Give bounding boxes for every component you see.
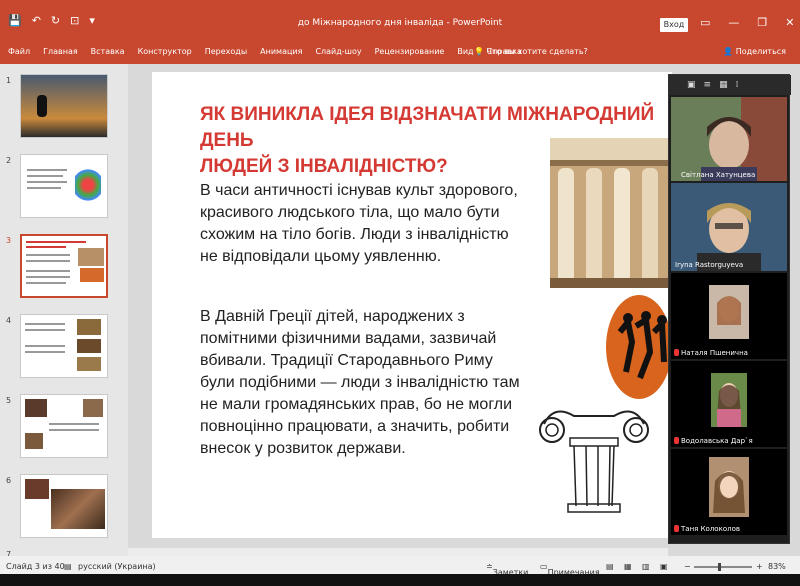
title-bar: 💾 ↶ ↻ ⊡ ▾ до Міжнародного дня інваліда -… xyxy=(0,0,800,40)
tab-view[interactable]: Вид xyxy=(457,47,473,56)
tab-transitions[interactable]: Переходы xyxy=(205,47,247,56)
zoom-out-icon[interactable]: − xyxy=(684,562,691,571)
thumbnail-slide-6[interactable]: 6 xyxy=(4,474,120,540)
share-label: Поделиться xyxy=(735,47,786,56)
tab-insert[interactable]: Вставка xyxy=(91,47,125,56)
thumbnail-image xyxy=(20,474,108,538)
thumbnail-slide-3[interactable]: 3 xyxy=(4,234,120,300)
thumbnail-number: 2 xyxy=(6,156,12,165)
participant-name: Водолавська Дар`я xyxy=(681,437,753,445)
tell-me-label: Что вы хотите сделать? xyxy=(486,47,588,56)
thumbnail-image xyxy=(20,234,108,298)
comments-button[interactable]: ▭ Примечания xyxy=(540,562,600,577)
language-indicator[interactable]: русский (Украина) xyxy=(78,562,156,571)
restore-icon[interactable]: ❐ xyxy=(757,16,767,29)
reading-view-icon[interactable]: ▥ xyxy=(642,562,650,571)
participant-tile[interactable]: Водолавська Дар`я xyxy=(671,361,787,447)
participant-video xyxy=(671,361,787,447)
minimize-icon[interactable]: — xyxy=(728,16,739,29)
slide-paragraph-1[interactable]: В часи античності існував культ здоровог… xyxy=(200,180,530,268)
thumbnail-number: 5 xyxy=(6,396,12,405)
participant-tile[interactable]: Світлана Хатунцева xyxy=(671,97,787,181)
spellcheck-icon[interactable]: ▤ xyxy=(64,562,72,571)
participant-tile[interactable]: Наталя Пшенична xyxy=(671,273,787,359)
participant-video xyxy=(671,97,787,181)
ribbon-tabs: Файл Главная Вставка Конструктор Переход… xyxy=(8,47,522,56)
participant-video xyxy=(671,449,787,535)
list-view-icon[interactable]: ≡ xyxy=(704,80,712,90)
thumbnail-number: 4 xyxy=(6,316,12,325)
speaker-view-icon[interactable]: ▣ xyxy=(687,80,696,90)
thumbnail-slide-5[interactable]: 5 xyxy=(4,394,120,460)
lightbulb-icon: 💡 xyxy=(474,47,487,56)
window-controls: ▭ — ❐ ✕ xyxy=(700,16,795,29)
normal-view-icon[interactable]: ▤ xyxy=(606,562,614,571)
share-button[interactable]: 👤 Поделиться xyxy=(723,47,786,56)
zoom-participants-panel[interactable]: ▣ ≡ ▦ ⁞ Світлана Хатунцева Iryna Rastorg… xyxy=(668,74,791,544)
participant-video xyxy=(671,273,787,359)
zoom-in-icon[interactable]: + xyxy=(756,562,763,571)
thumbnail-number: 1 xyxy=(6,76,12,85)
slide-counter: Слайд 3 из 40 xyxy=(6,562,65,571)
person-icon: 👤 xyxy=(723,47,736,56)
slide-sorter-icon[interactable]: ▦ xyxy=(624,562,632,571)
caryatids-image xyxy=(550,138,668,288)
muted-mic-icon xyxy=(674,349,679,356)
muted-mic-icon xyxy=(674,437,679,444)
zoom-toolbar: ▣ ≡ ▦ ⁞ xyxy=(669,75,791,95)
participant-name: Iryna Rastorguyeva xyxy=(675,261,744,269)
slideshow-view-icon[interactable]: ▣ xyxy=(660,562,668,571)
tell-me-search[interactable]: 💡 Что вы хотите сделать? xyxy=(474,47,588,56)
sign-in-button[interactable]: Вход xyxy=(660,18,688,32)
tab-design[interactable]: Конструктор xyxy=(138,47,192,56)
zoom-level[interactable]: 83% xyxy=(768,562,786,571)
tab-file[interactable]: Файл xyxy=(8,47,30,56)
participant-tile[interactable]: Таня Колоколов xyxy=(671,449,787,535)
close-icon[interactable]: ✕ xyxy=(785,16,794,29)
participant-name: Наталя Пшенична xyxy=(681,349,748,357)
current-slide[interactable]: ЯК ВИНИКЛА ІДЕЯ ВІДЗНАЧАТИ МІЖНАРОДНИЙ Д… xyxy=(152,72,672,538)
tab-slideshow[interactable]: Слайд-шоу xyxy=(315,47,361,56)
muted-mic-icon xyxy=(674,525,679,532)
zoom-slider-thumb[interactable] xyxy=(718,563,721,571)
thumbnail-number: 3 xyxy=(6,236,12,245)
slide-thumbnail-pane[interactable]: 1 2 3 4 5 6 7 xyxy=(0,64,128,559)
participant-tile[interactable]: Iryna Rastorguyeva xyxy=(671,183,787,271)
thumbnail-number: 6 xyxy=(6,476,12,485)
thumbnail-image xyxy=(20,314,108,378)
thumbnail-image xyxy=(20,74,108,138)
greek-vase-image xyxy=(606,295,672,399)
notes-button[interactable]: ≐ Заметки xyxy=(486,562,528,577)
thumbnail-slide-2[interactable]: 2 xyxy=(4,154,120,220)
participant-name: Світлана Хатунцева xyxy=(681,171,756,179)
tab-home[interactable]: Главная xyxy=(43,47,78,56)
ribbon: Файл Главная Вставка Конструктор Переход… xyxy=(0,40,800,64)
thumbnail-slide-1[interactable]: 1 xyxy=(4,74,120,140)
tab-animations[interactable]: Анимация xyxy=(260,47,302,56)
thumbnail-image xyxy=(20,394,108,458)
gallery-view-icon[interactable]: ▦ xyxy=(719,80,728,90)
ionic-column-image xyxy=(539,410,649,513)
slide-paragraph-2[interactable]: В Давній Греції дітей, народжених з помі… xyxy=(200,306,530,460)
zoom-slider[interactable] xyxy=(694,566,752,568)
ribbon-display-icon[interactable]: ▭ xyxy=(700,16,710,29)
thumbnail-slide-4[interactable]: 4 xyxy=(4,314,120,380)
taskbar-strip xyxy=(0,574,800,586)
more-options-icon[interactable]: ⁞ xyxy=(736,80,739,90)
participant-video xyxy=(671,183,787,271)
participant-name: Таня Колоколов xyxy=(681,525,740,533)
thumbnail-image xyxy=(20,154,108,218)
slide-editor[interactable]: ЯК ВИНИКЛА ІДЕЯ ВІДЗНАЧАТИ МІЖНАРОДНИЙ Д… xyxy=(128,64,672,558)
tab-review[interactable]: Рецензирование xyxy=(375,47,445,56)
